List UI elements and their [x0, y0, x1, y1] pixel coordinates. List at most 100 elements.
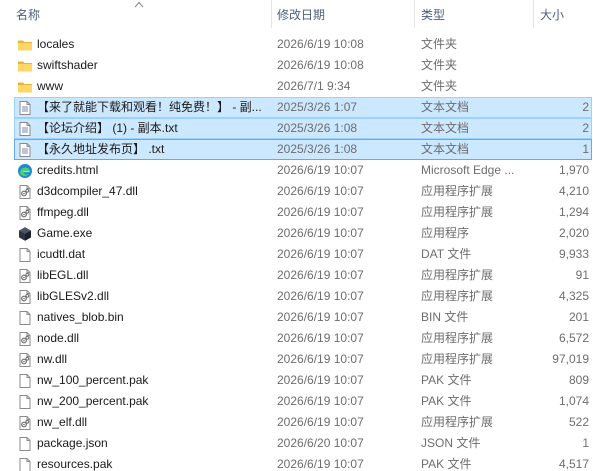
file-type: 应用程序扩展 [421, 415, 494, 429]
file-modified-date: 2026/6/19 10:07 [277, 373, 364, 387]
file-row[interactable]: swiftshader 2026/6/19 10:08 文件夹 [0, 55, 593, 76]
file-name: natives_blob.bin [37, 310, 124, 324]
file-modified-date: 2026/6/19 10:08 [277, 37, 364, 51]
file-name: nw.dll [37, 352, 68, 366]
blank-file-icon [17, 436, 33, 452]
dll-icon [17, 268, 33, 284]
file-row[interactable]: locales 2026/6/19 10:08 文件夹 [0, 34, 593, 55]
file-name: 【永久地址发布页】 .txt [37, 142, 165, 156]
column-divider[interactable] [271, 0, 272, 28]
file-size: 1,970 [558, 163, 589, 177]
edge-icon [17, 163, 33, 179]
dll-icon [17, 415, 33, 431]
column-header-date[interactable]: 修改日期 [277, 0, 325, 28]
file-modified-date: 2026/6/19 10:07 [277, 226, 364, 240]
file-type: JSON 文件 [421, 436, 481, 450]
file-row[interactable]: libGLESv2.dll 2026/6/19 10:07 应用程序扩展 4,325 [0, 286, 593, 307]
file-row[interactable]: nw_elf.dll 2026/6/19 10:07 应用程序扩展 522 [0, 412, 593, 433]
file-modified-date: 2026/6/19 10:07 [277, 310, 364, 324]
folder-icon [17, 79, 33, 95]
file-type: 文件夹 [421, 79, 458, 93]
file-size: 2 [582, 121, 589, 135]
file-name: ffmpeg.dll [37, 205, 89, 219]
file-row[interactable]: nw_100_percent.pak 2026/6/19 10:07 PAK 文件 8… [0, 370, 593, 391]
file-name: libGLESv2.dll [37, 289, 110, 303]
file-row[interactable]: natives_blob.bin 2026/6/19 10:07 BIN 文件 201 [0, 307, 593, 328]
column-divider[interactable] [533, 0, 534, 28]
file-type: DAT 文件 [421, 247, 472, 261]
file-row[interactable]: 【永久地址发布页】 .txt 2025/3/26 1:08 文本文档 1 [0, 139, 593, 160]
file-modified-date: 2026/6/19 10:07 [277, 205, 364, 219]
file-name: locales [37, 37, 75, 51]
file-size: 6,572 [558, 331, 589, 345]
file-row[interactable]: node.dll 2026/6/19 10:07 应用程序扩展 6,572 [0, 328, 593, 349]
file-size: 4,325 [558, 289, 589, 303]
file-name: d3dcompiler_47.dll [37, 184, 138, 198]
file-modified-date: 2025/3/26 1:07 [277, 100, 358, 114]
column-header-name[interactable]: 名称 [16, 0, 40, 28]
file-type: 应用程序 [421, 226, 470, 240]
file-modified-date: 2026/7/1 9:34 [277, 79, 351, 93]
file-type: PAK 文件 [421, 457, 472, 471]
file-name: libEGL.dll [37, 268, 89, 282]
file-type: 应用程序扩展 [421, 205, 494, 219]
file-row[interactable]: resources.pak 2026/6/19 10:07 PAK 文件 4,517 [0, 454, 593, 471]
file-size: 4,517 [558, 457, 589, 471]
file-size: 1,294 [558, 205, 589, 219]
file-row[interactable]: 【来了就能下载和观看！纯免费！】 - 副... 2025/3/26 1:07 文本文… [0, 97, 593, 118]
text-file-icon [17, 100, 33, 116]
file-type: PAK 文件 [421, 394, 472, 408]
file-row[interactable]: 【论坛介绍】 (1) - 副本.txt 2025/3/26 1:08 文本文档 2 [0, 118, 593, 139]
file-name: icudtl.dat [37, 247, 86, 261]
file-size: 97,019 [552, 352, 589, 366]
file-size: 4,210 [558, 184, 589, 198]
file-modified-date: 2025/3/26 1:08 [277, 121, 358, 135]
column-header-bar: 名称 修改日期 类型 大小 [0, 0, 593, 28]
blank-file-icon [17, 373, 33, 389]
file-row[interactable]: Game.exe 2026/6/19 10:07 应用程序 2,020 [0, 223, 593, 244]
blank-file-icon [17, 457, 33, 471]
file-row[interactable]: package.json 2026/6/20 10:07 JSON 文件 1 [0, 433, 593, 454]
file-modified-date: 2026/6/19 10:08 [277, 58, 364, 72]
file-name: 【论坛介绍】 (1) - 副本.txt [37, 121, 178, 135]
file-modified-date: 2026/6/19 10:07 [277, 289, 364, 303]
file-size: 522 [568, 415, 589, 429]
file-row[interactable]: credits.html 2026/6/19 10:07 Microsoft Edg… [0, 160, 593, 181]
column-divider[interactable] [414, 0, 415, 28]
file-row[interactable]: www 2026/7/1 9:34 文件夹 [0, 76, 593, 97]
file-name: Game.exe [37, 226, 93, 240]
file-type: 文本文档 [421, 121, 470, 135]
file-type: 应用程序扩展 [421, 268, 494, 282]
file-type: 文件夹 [421, 37, 458, 51]
file-name: package.json [37, 436, 108, 450]
file-modified-date: 2026/6/19 10:07 [277, 415, 364, 429]
file-row[interactable]: ffmpeg.dll 2026/6/19 10:07 应用程序扩展 1,294 [0, 202, 593, 223]
file-type: 应用程序扩展 [421, 331, 494, 345]
file-type: 应用程序扩展 [421, 352, 494, 366]
file-modified-date: 2026/6/19 10:07 [277, 457, 364, 471]
file-row[interactable]: libEGL.dll 2026/6/19 10:07 应用程序扩展 91 [0, 265, 593, 286]
file-row[interactable]: nw.dll 2026/6/19 10:07 应用程序扩展 97,019 [0, 349, 593, 370]
file-type: 文件夹 [421, 58, 458, 72]
file-list: locales 2026/6/19 10:08 文件夹 swiftshader 2026… [0, 34, 593, 471]
file-row[interactable]: d3dcompiler_47.dll 2026/6/19 10:07 应用程序扩展 4… [0, 181, 593, 202]
file-modified-date: 2026/6/19 10:07 [277, 268, 364, 282]
file-name: 【来了就能下载和观看！纯免费！】 - 副... [37, 100, 262, 114]
file-type: 应用程序扩展 [421, 289, 494, 303]
file-size: 1 [582, 436, 589, 450]
blank-file-icon [17, 394, 33, 410]
file-size: 201 [568, 310, 589, 324]
file-name: nw_200_percent.pak [37, 394, 149, 408]
file-explorer: 名称 修改日期 类型 大小 locales 2026/6/19 10:08 文件夹 s… [0, 0, 593, 471]
text-file-icon [17, 142, 33, 158]
dll-icon [17, 205, 33, 221]
column-header-type[interactable]: 类型 [421, 0, 445, 28]
folder-icon [17, 58, 33, 74]
dll-icon [17, 184, 33, 200]
file-row[interactable]: nw_200_percent.pak 2026/6/19 10:07 PAK 文件 1… [0, 391, 593, 412]
file-size: 9,933 [558, 247, 589, 261]
file-row[interactable]: icudtl.dat 2026/6/19 10:07 DAT 文件 9,933 [0, 244, 593, 265]
file-name: resources.pak [37, 457, 113, 471]
column-header-size[interactable]: 大小 [540, 0, 564, 28]
file-name: swiftshader [37, 58, 98, 72]
